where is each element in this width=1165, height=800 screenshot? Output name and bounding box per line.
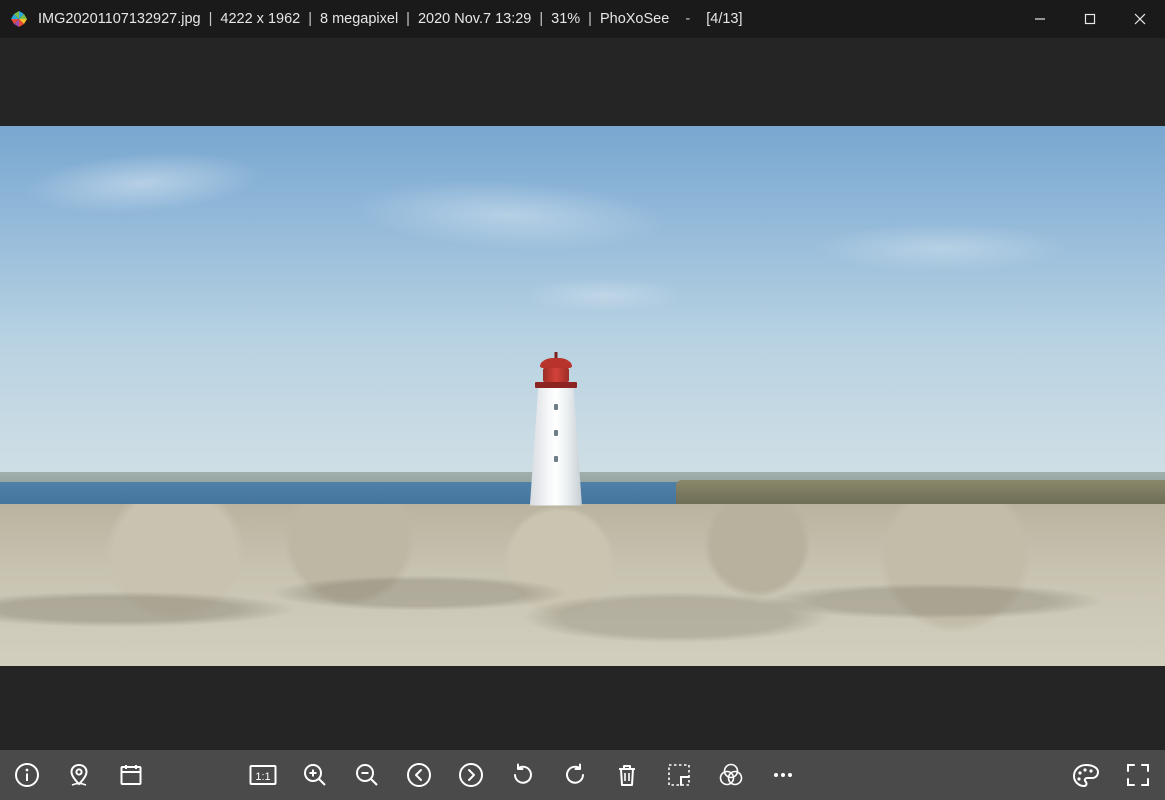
rotate-cw-button[interactable] [560,760,590,790]
title-separator: | [300,11,320,27]
displayed-image [0,126,1165,666]
image-viewport[interactable] [0,38,1165,750]
palette-button[interactable] [1071,760,1101,790]
location-button[interactable] [64,760,94,790]
close-button[interactable] [1115,0,1165,38]
titlebar: IMG20201107132927.jpg | 4222 x 1962 | 8 … [0,0,1165,38]
next-button[interactable] [456,760,486,790]
title-position: [4/13] [706,11,742,27]
zoom-in-button[interactable] [300,760,330,790]
fullscreen-icon [1124,761,1152,789]
calendar-icon [117,761,145,789]
title-separator: | [531,11,551,27]
date-button[interactable] [116,760,146,790]
chevron-left-icon [405,761,433,789]
crop-button[interactable] [664,760,694,790]
palette-icon [1071,761,1101,789]
title-dash: - [669,11,706,27]
title-megapixel: 8 megapixel [320,11,398,27]
title-dimensions: 4222 x 1962 [220,11,300,27]
rotate-cw-icon [561,761,589,789]
rotate-ccw-icon [509,761,537,789]
maximize-button[interactable] [1065,0,1115,38]
zoom-in-icon [301,761,329,789]
title-separator: | [201,11,221,27]
delete-button[interactable] [612,760,642,790]
map-pin-icon [65,761,93,789]
window-controls [1015,0,1165,38]
zoom-out-button[interactable] [352,760,382,790]
one-to-one-icon: 1:1 [248,761,278,789]
rotate-ccw-button[interactable] [508,760,538,790]
more-button[interactable] [768,760,798,790]
info-icon [13,761,41,789]
previous-button[interactable] [404,760,434,790]
zoom-out-icon [353,761,381,789]
title-zoom: 31% [551,11,580,27]
trash-icon [613,761,641,789]
chevron-right-icon [457,761,485,789]
more-icon [769,761,797,789]
lighthouse-illustration [529,356,583,506]
crop-icon [665,761,693,789]
venn-icon [717,761,745,789]
title-datetime: 2020 Nov.7 13:29 [418,11,531,27]
info-button[interactable] [12,760,42,790]
title-separator: | [398,11,418,27]
title-filename: IMG20201107132927.jpg [38,11,201,27]
actual-size-button[interactable]: 1:1 [248,760,278,790]
title-appname: PhoXoSee [600,11,669,27]
toolbar: 1:1 [0,750,1165,800]
minimize-button[interactable] [1015,0,1065,38]
color-adjust-button[interactable] [716,760,746,790]
fullscreen-button[interactable] [1123,760,1153,790]
title-separator: | [580,11,600,27]
app-icon [10,10,28,28]
svg-text:1:1: 1:1 [255,771,270,783]
